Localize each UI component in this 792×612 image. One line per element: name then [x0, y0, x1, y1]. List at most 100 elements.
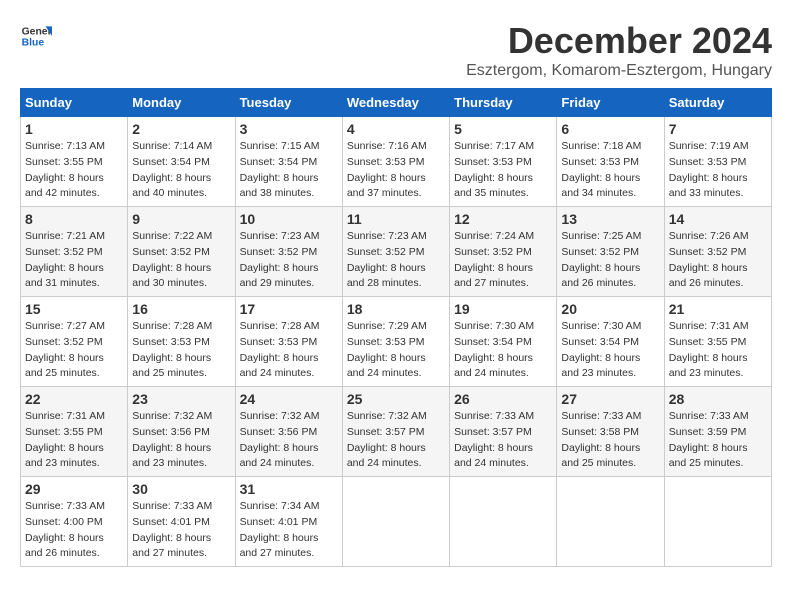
day-cell-24: 24 Sunrise: 7:32 AM Sunset: 3:56 PM Dayl… [235, 387, 342, 477]
day-cell-11: 11 Sunrise: 7:23 AM Sunset: 3:52 PM Dayl… [342, 207, 449, 297]
day-cell-28: 28 Sunrise: 7:33 AM Sunset: 3:59 PM Dayl… [664, 387, 771, 477]
calendar-week-4: 22 Sunrise: 7:31 AM Sunset: 3:55 PM Dayl… [21, 387, 772, 477]
day-cell-9: 9 Sunrise: 7:22 AM Sunset: 3:52 PM Dayli… [128, 207, 235, 297]
weekday-header-row: SundayMondayTuesdayWednesdayThursdayFrid… [21, 89, 772, 117]
day-number: 24 [240, 391, 338, 407]
day-number: 26 [454, 391, 552, 407]
day-info: Sunrise: 7:33 AM Sunset: 4:01 PM Dayligh… [132, 500, 212, 559]
day-info: Sunrise: 7:32 AM Sunset: 3:56 PM Dayligh… [240, 410, 320, 469]
weekday-friday: Friday [557, 89, 664, 117]
day-info: Sunrise: 7:32 AM Sunset: 3:56 PM Dayligh… [132, 410, 212, 469]
day-cell-17: 17 Sunrise: 7:28 AM Sunset: 3:53 PM Dayl… [235, 297, 342, 387]
day-info: Sunrise: 7:23 AM Sunset: 3:52 PM Dayligh… [347, 230, 427, 289]
day-info: Sunrise: 7:27 AM Sunset: 3:52 PM Dayligh… [25, 320, 105, 379]
day-cell-21: 21 Sunrise: 7:31 AM Sunset: 3:55 PM Dayl… [664, 297, 771, 387]
day-number: 21 [669, 301, 767, 317]
svg-text:Blue: Blue [22, 38, 45, 49]
day-number: 17 [240, 301, 338, 317]
day-number: 7 [669, 121, 767, 137]
title-area: December 2024 Esztergom, Komarom-Eszterg… [466, 20, 772, 80]
day-info: Sunrise: 7:31 AM Sunset: 3:55 PM Dayligh… [669, 320, 749, 379]
location-title: Esztergom, Komarom-Esztergom, Hungary [466, 62, 772, 80]
weekday-monday: Monday [128, 89, 235, 117]
day-number: 6 [561, 121, 659, 137]
day-number: 29 [25, 481, 123, 497]
day-info: Sunrise: 7:23 AM Sunset: 3:52 PM Dayligh… [240, 230, 320, 289]
day-number: 16 [132, 301, 230, 317]
day-number: 18 [347, 301, 445, 317]
weekday-tuesday: Tuesday [235, 89, 342, 117]
day-number: 12 [454, 211, 552, 227]
calendar-week-1: 1 Sunrise: 7:13 AM Sunset: 3:55 PM Dayli… [21, 117, 772, 207]
day-cell-30: 30 Sunrise: 7:33 AM Sunset: 4:01 PM Dayl… [128, 477, 235, 567]
day-number: 1 [25, 121, 123, 137]
day-cell-16: 16 Sunrise: 7:28 AM Sunset: 3:53 PM Dayl… [128, 297, 235, 387]
day-info: Sunrise: 7:33 AM Sunset: 3:58 PM Dayligh… [561, 410, 641, 469]
day-cell-14: 14 Sunrise: 7:26 AM Sunset: 3:52 PM Dayl… [664, 207, 771, 297]
day-number: 10 [240, 211, 338, 227]
day-number: 20 [561, 301, 659, 317]
logo-icon: General Blue [20, 20, 52, 52]
calendar-week-2: 8 Sunrise: 7:21 AM Sunset: 3:52 PM Dayli… [21, 207, 772, 297]
day-info: Sunrise: 7:17 AM Sunset: 3:53 PM Dayligh… [454, 140, 534, 199]
day-info: Sunrise: 7:30 AM Sunset: 3:54 PM Dayligh… [561, 320, 641, 379]
day-info: Sunrise: 7:21 AM Sunset: 3:52 PM Dayligh… [25, 230, 105, 289]
day-number: 25 [347, 391, 445, 407]
day-info: Sunrise: 7:32 AM Sunset: 3:57 PM Dayligh… [347, 410, 427, 469]
day-number: 5 [454, 121, 552, 137]
day-info: Sunrise: 7:18 AM Sunset: 3:53 PM Dayligh… [561, 140, 641, 199]
day-info: Sunrise: 7:30 AM Sunset: 3:54 PM Dayligh… [454, 320, 534, 379]
day-cell-10: 10 Sunrise: 7:23 AM Sunset: 3:52 PM Dayl… [235, 207, 342, 297]
day-number: 3 [240, 121, 338, 137]
day-cell-7: 7 Sunrise: 7:19 AM Sunset: 3:53 PM Dayli… [664, 117, 771, 207]
empty-cell [450, 477, 557, 567]
day-cell-12: 12 Sunrise: 7:24 AM Sunset: 3:52 PM Dayl… [450, 207, 557, 297]
day-info: Sunrise: 7:24 AM Sunset: 3:52 PM Dayligh… [454, 230, 534, 289]
day-cell-29: 29 Sunrise: 7:33 AM Sunset: 4:00 PM Dayl… [21, 477, 128, 567]
day-number: 4 [347, 121, 445, 137]
day-cell-20: 20 Sunrise: 7:30 AM Sunset: 3:54 PM Dayl… [557, 297, 664, 387]
day-cell-2: 2 Sunrise: 7:14 AM Sunset: 3:54 PM Dayli… [128, 117, 235, 207]
day-cell-27: 27 Sunrise: 7:33 AM Sunset: 3:58 PM Dayl… [557, 387, 664, 477]
day-cell-3: 3 Sunrise: 7:15 AM Sunset: 3:54 PM Dayli… [235, 117, 342, 207]
day-info: Sunrise: 7:33 AM Sunset: 4:00 PM Dayligh… [25, 500, 105, 559]
weekday-wednesday: Wednesday [342, 89, 449, 117]
day-info: Sunrise: 7:33 AM Sunset: 3:57 PM Dayligh… [454, 410, 534, 469]
day-number: 23 [132, 391, 230, 407]
day-info: Sunrise: 7:33 AM Sunset: 3:59 PM Dayligh… [669, 410, 749, 469]
day-cell-26: 26 Sunrise: 7:33 AM Sunset: 3:57 PM Dayl… [450, 387, 557, 477]
calendar-body: 1 Sunrise: 7:13 AM Sunset: 3:55 PM Dayli… [21, 117, 772, 567]
day-info: Sunrise: 7:29 AM Sunset: 3:53 PM Dayligh… [347, 320, 427, 379]
day-number: 27 [561, 391, 659, 407]
day-cell-19: 19 Sunrise: 7:30 AM Sunset: 3:54 PM Dayl… [450, 297, 557, 387]
day-number: 2 [132, 121, 230, 137]
day-number: 13 [561, 211, 659, 227]
calendar-week-3: 15 Sunrise: 7:27 AM Sunset: 3:52 PM Dayl… [21, 297, 772, 387]
logo: General Blue [20, 20, 52, 52]
empty-cell [342, 477, 449, 567]
day-number: 14 [669, 211, 767, 227]
day-cell-25: 25 Sunrise: 7:32 AM Sunset: 3:57 PM Dayl… [342, 387, 449, 477]
day-number: 31 [240, 481, 338, 497]
day-cell-22: 22 Sunrise: 7:31 AM Sunset: 3:55 PM Dayl… [21, 387, 128, 477]
day-info: Sunrise: 7:28 AM Sunset: 3:53 PM Dayligh… [132, 320, 212, 379]
empty-cell [664, 477, 771, 567]
day-number: 28 [669, 391, 767, 407]
month-title: December 2024 [466, 20, 772, 62]
day-info: Sunrise: 7:28 AM Sunset: 3:53 PM Dayligh… [240, 320, 320, 379]
weekday-saturday: Saturday [664, 89, 771, 117]
empty-cell [557, 477, 664, 567]
day-number: 11 [347, 211, 445, 227]
day-number: 8 [25, 211, 123, 227]
day-number: 19 [454, 301, 552, 317]
day-cell-5: 5 Sunrise: 7:17 AM Sunset: 3:53 PM Dayli… [450, 117, 557, 207]
day-number: 15 [25, 301, 123, 317]
day-number: 9 [132, 211, 230, 227]
calendar-week-5: 29 Sunrise: 7:33 AM Sunset: 4:00 PM Dayl… [21, 477, 772, 567]
day-cell-8: 8 Sunrise: 7:21 AM Sunset: 3:52 PM Dayli… [21, 207, 128, 297]
day-number: 22 [25, 391, 123, 407]
day-cell-13: 13 Sunrise: 7:25 AM Sunset: 3:52 PM Dayl… [557, 207, 664, 297]
day-number: 30 [132, 481, 230, 497]
day-info: Sunrise: 7:25 AM Sunset: 3:52 PM Dayligh… [561, 230, 641, 289]
day-info: Sunrise: 7:19 AM Sunset: 3:53 PM Dayligh… [669, 140, 749, 199]
